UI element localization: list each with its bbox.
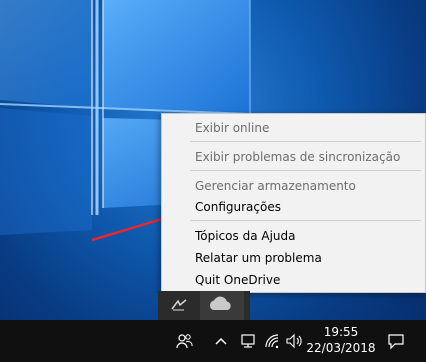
clock-date: 22/03/2018 xyxy=(306,341,376,355)
clock-time: 19:55 xyxy=(323,325,359,339)
action-center-icon[interactable] xyxy=(386,332,406,350)
tray-app-icon[interactable] xyxy=(170,297,188,313)
onedrive-cloud-icon xyxy=(209,296,231,310)
menu-item-exibir-online[interactable]: Exibir online xyxy=(162,117,425,139)
menu-item-gerenciar-armazenamento[interactable]: Gerenciar armazenamento xyxy=(162,175,425,197)
onedrive-tray-button[interactable] xyxy=(200,291,244,320)
menu-separator xyxy=(190,170,421,171)
onedrive-context-menu: Exibir online Exibir problemas de sincro… xyxy=(161,113,426,293)
menu-separator xyxy=(190,220,421,221)
menu-item-topicos-da-ajuda[interactable]: Tópicos da Ajuda xyxy=(162,225,425,247)
menu-item-relatar-um-problema[interactable]: Relatar um problema xyxy=(162,247,425,269)
volume-icon[interactable] xyxy=(284,332,304,350)
network-icon[interactable] xyxy=(238,332,258,350)
taskbar-clock[interactable]: 19:55 22/03/2018 xyxy=(304,324,378,356)
menu-item-exibir-problemas-sincronizacao[interactable]: Exibir problemas de sincronização xyxy=(162,146,425,168)
menu-separator xyxy=(190,141,421,142)
wifi-icon[interactable] xyxy=(262,332,282,350)
menu-item-quit-onedrive[interactable]: Quit OneDrive xyxy=(162,269,425,291)
people-icon[interactable] xyxy=(174,332,194,350)
menu-item-configuracoes[interactable]: Configurações xyxy=(162,196,425,218)
chevron-up-icon[interactable] xyxy=(211,332,231,350)
tray-overflow-flyout xyxy=(158,291,250,320)
taskbar: 19:55 22/03/2018 xyxy=(0,320,426,362)
